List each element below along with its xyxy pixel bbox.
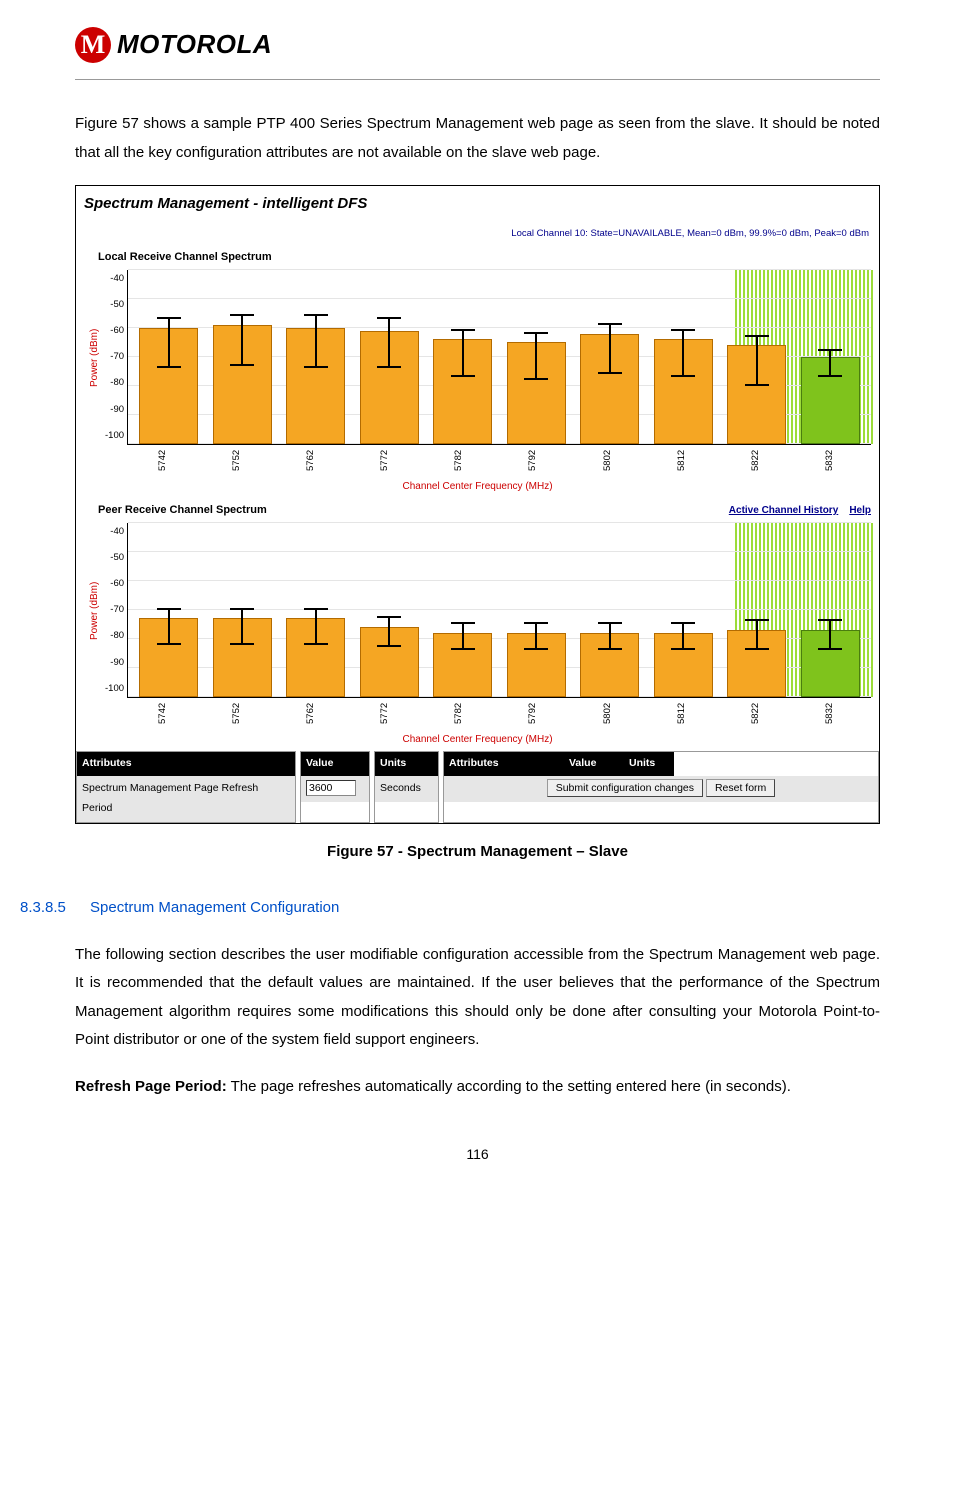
config-table: Attributes Spectrum Management Page Refr…: [76, 751, 879, 823]
channel-bar[interactable]: [279, 270, 353, 444]
channel-bar[interactable]: [353, 523, 427, 697]
y-axis-label: Power (dBm): [84, 523, 105, 698]
channel-bar[interactable]: [647, 270, 721, 444]
channel-bar[interactable]: [206, 523, 280, 697]
col-header: Attributes: [77, 752, 295, 776]
col-header: Units: [624, 752, 674, 776]
brand-name: MOTOROLA: [117, 20, 272, 69]
x-axis-label: Channel Center Frequency (MHz): [84, 730, 871, 749]
brand-header: M MOTOROLA: [75, 20, 880, 80]
plot-area-local: [127, 270, 871, 445]
y-axis-label: Power (dBm): [84, 270, 105, 445]
channel-bar[interactable]: [500, 523, 574, 697]
help-link[interactable]: Help: [849, 505, 871, 516]
local-chart-title: Local Receive Channel Spectrum: [98, 247, 272, 268]
section-heading: 8.3.8.5 Spectrum Management Configuratio…: [20, 894, 880, 923]
channel-bar[interactable]: [206, 270, 280, 444]
reset-form-button[interactable]: [706, 779, 775, 797]
channel-bar[interactable]: [426, 523, 500, 697]
intro-paragraph: Figure 57 shows a sample PTP 400 Series …: [75, 110, 880, 167]
active-channel-history-link[interactable]: Active Channel History: [729, 505, 838, 516]
channel-bar[interactable]: [794, 523, 868, 697]
channel-status-text: Local Channel 10: State=UNAVAILABLE, Mea…: [76, 223, 879, 245]
x-axis-ticks: 5742575257625772578257925802581258225832: [122, 698, 871, 728]
col-header: Value: [301, 752, 369, 776]
page-number: 116: [75, 1141, 880, 1168]
para2-rest: The page refreshes automatically accordi…: [227, 1078, 791, 1095]
channel-bar[interactable]: [573, 270, 647, 444]
channel-bar[interactable]: [279, 523, 353, 697]
col-header: Value: [564, 752, 624, 776]
motorola-logo-icon: M: [75, 27, 111, 63]
channel-bar[interactable]: [426, 270, 500, 444]
section-para-2: Refresh Page Period: The page refreshes …: [75, 1073, 880, 1102]
channel-bar[interactable]: [132, 270, 206, 444]
channel-bar[interactable]: [573, 523, 647, 697]
peer-spectrum-chart: Peer Receive Channel Spectrum Active Cha…: [76, 498, 879, 751]
submit-config-button[interactable]: [547, 779, 703, 797]
section-title: Spectrum Management Configuration: [90, 899, 339, 916]
plot-area-peer: [127, 523, 871, 698]
col-header: Units: [375, 752, 438, 776]
channel-bar[interactable]: [720, 523, 794, 697]
channel-bar[interactable]: [720, 270, 794, 444]
figure-caption: Figure 57 - Spectrum Management – Slave: [75, 838, 880, 867]
peer-chart-title: Peer Receive Channel Spectrum: [98, 500, 267, 521]
attr-name: Spectrum Management Page Refresh Period: [77, 776, 295, 822]
channel-bar[interactable]: [353, 270, 427, 444]
refresh-period-input[interactable]: [306, 780, 356, 796]
units-cell: Seconds: [375, 776, 438, 802]
channel-bar[interactable]: [132, 523, 206, 697]
section-para-1: The following section describes the user…: [75, 941, 880, 1055]
spectrum-management-figure: Spectrum Management - intelligent DFS Lo…: [75, 185, 880, 823]
channel-bar[interactable]: [647, 523, 721, 697]
y-axis-ticks: -40-50-60-70-80-90-100: [105, 270, 127, 445]
panel-title: Spectrum Management - intelligent DFS: [76, 186, 879, 223]
local-spectrum-chart: Local Receive Channel Spectrum Power (dB…: [76, 245, 879, 498]
channel-bar[interactable]: [794, 270, 868, 444]
x-axis-label: Channel Center Frequency (MHz): [84, 477, 871, 496]
para2-label: Refresh Page Period:: [75, 1078, 227, 1095]
col-header: Attributes: [444, 752, 564, 776]
x-axis-ticks: 5742575257625772578257925802581258225832: [122, 445, 871, 475]
y-axis-ticks: -40-50-60-70-80-90-100: [105, 523, 127, 698]
channel-bar[interactable]: [500, 270, 574, 444]
section-number: 8.3.8.5: [20, 899, 66, 916]
